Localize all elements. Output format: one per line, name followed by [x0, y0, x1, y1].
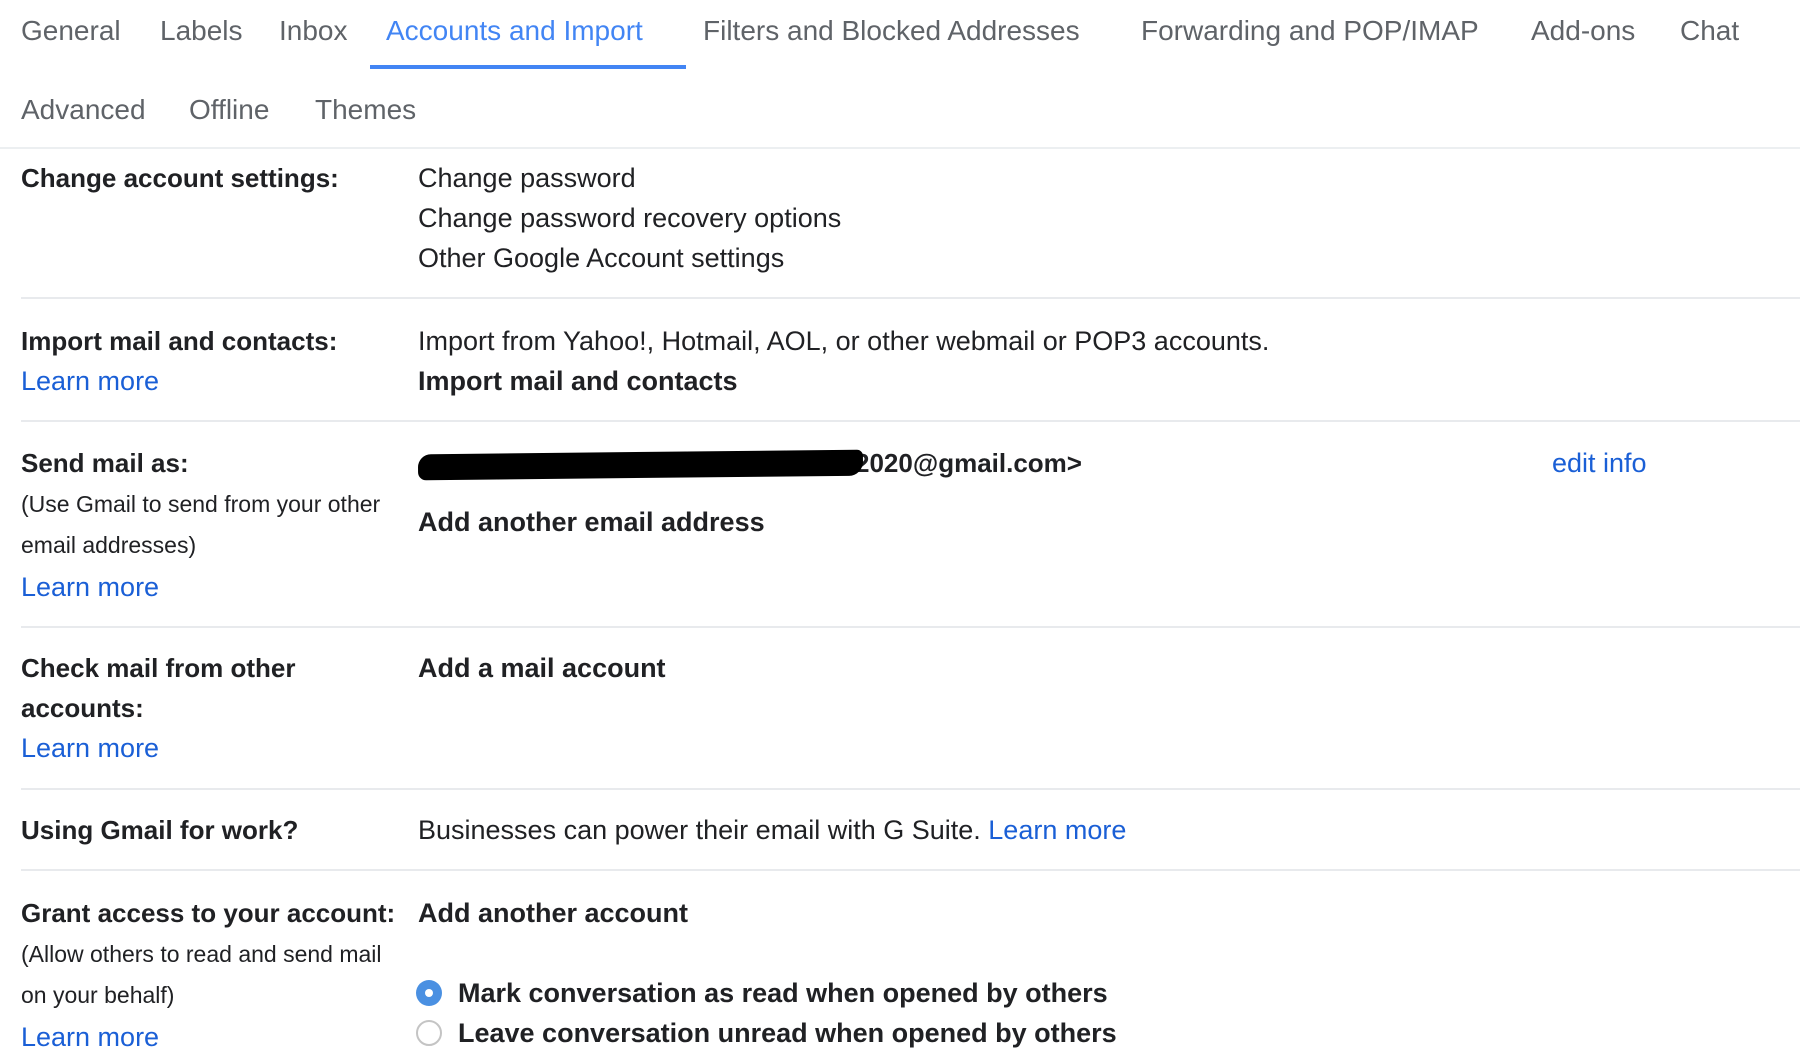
section-label: Check mail from other [21, 653, 296, 683]
radio-mark-as-read[interactable] [416, 980, 442, 1006]
section-label: Using Gmail for work? [21, 815, 299, 845]
section-divider [21, 788, 1800, 790]
import-description: Import from Yahoo!, Hotmail, AOL, or oth… [418, 326, 1270, 356]
add-another-email-address-link[interactable]: Add another email address [418, 505, 765, 539]
radio-label-mark-as-read[interactable]: Mark conversation as read when opened by… [458, 976, 1108, 1010]
section-description: email addresses) [21, 532, 197, 558]
tab-forwarding-and-pop-imap[interactable]: Forwarding and POP/IMAP [1141, 13, 1479, 49]
radio-label-leave-unread[interactable]: Leave conversation unread when opened by… [458, 1016, 1117, 1050]
section-label: Change account settings: [21, 163, 339, 193]
tab-chat[interactable]: Chat [1680, 13, 1739, 49]
tab-general[interactable]: General [21, 13, 121, 49]
tab-themes[interactable]: Themes [315, 92, 416, 128]
section-label: Import mail and contacts: [21, 326, 338, 356]
active-tab-indicator [370, 65, 686, 69]
edit-info-link[interactable]: edit info [1552, 446, 1647, 480]
learn-more-link[interactable]: Learn more [988, 815, 1126, 845]
add-another-account-link[interactable]: Add another account [418, 896, 688, 930]
radio-leave-unread[interactable] [416, 1020, 442, 1046]
tab-labels[interactable]: Labels [160, 13, 243, 49]
send-as-address: 2020@gmail.com> [417, 446, 1082, 481]
change-password-link[interactable]: Change password [418, 161, 636, 195]
learn-more-link[interactable]: Learn more [21, 364, 159, 398]
tab-accounts-and-import[interactable]: Accounts and Import [386, 13, 643, 49]
redaction-mark [417, 449, 864, 481]
tab-filters-and-blocked-addresses[interactable]: Filters and Blocked Addresses [703, 13, 1080, 49]
section-divider [21, 626, 1800, 628]
section-label: Grant access to your account: [21, 898, 396, 928]
section-description: (Allow others to read and send mail [21, 941, 382, 967]
section-divider [21, 420, 1800, 422]
section-label: Send mail as: [21, 448, 189, 478]
section-divider [21, 297, 1800, 299]
change-password-recovery-link[interactable]: Change password recovery options [418, 201, 841, 235]
tab-offline[interactable]: Offline [189, 92, 269, 128]
email-address: 2020@gmail.com> [855, 448, 1082, 478]
tab-advanced[interactable]: Advanced [21, 92, 146, 128]
other-google-account-settings-link[interactable]: Other Google Account settings [418, 241, 784, 275]
learn-more-link[interactable]: Learn more [21, 1020, 159, 1054]
learn-more-link[interactable]: Learn more [21, 570, 159, 604]
tabs-divider [0, 147, 1800, 149]
gsuite-text: Businesses can power their email with G … [418, 815, 981, 845]
tab-add-ons[interactable]: Add-ons [1531, 13, 1635, 49]
section-description: on your behalf) [21, 982, 175, 1008]
import-mail-and-contacts-link[interactable]: Import mail and contacts [418, 364, 738, 398]
learn-more-link[interactable]: Learn more [21, 731, 159, 765]
add-mail-account-link[interactable]: Add a mail account [418, 651, 666, 685]
gsuite-description: Businesses can power their email with G … [418, 813, 1126, 847]
section-label: accounts: [21, 693, 144, 723]
section-divider [21, 869, 1800, 871]
tab-inbox[interactable]: Inbox [279, 13, 348, 49]
section-description: (Use Gmail to send from your other [21, 491, 381, 517]
